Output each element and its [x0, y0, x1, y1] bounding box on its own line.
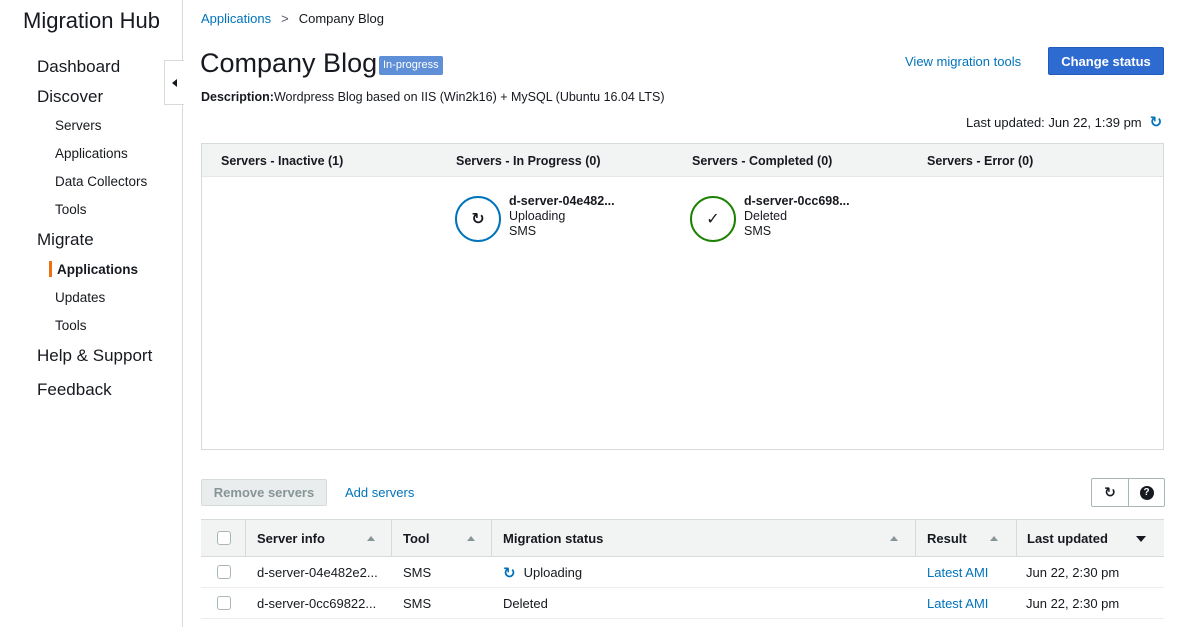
view-migration-tools-link[interactable]: View migration tools — [905, 54, 1021, 69]
row-checkbox[interactable] — [217, 565, 231, 579]
servers-table: Server info Tool Migration status Result… — [201, 519, 1164, 619]
sidebar-item-discover-tools[interactable]: Tools — [55, 202, 87, 217]
cell-tool: SMS — [403, 596, 432, 611]
column-divider — [915, 520, 916, 557]
board-header: Servers - Inactive (1) Servers - In Prog… — [202, 144, 1163, 177]
caret-left-icon — [172, 78, 177, 87]
app-title[interactable]: Migration Hub — [23, 8, 160, 34]
last-updated: Last updated: Jun 22, 1:39 pm ↻ — [966, 115, 1162, 130]
sidebar-collapse-button[interactable] — [164, 60, 184, 105]
chevron-right-icon: > — [281, 11, 289, 26]
latest-ami-link[interactable]: Latest AMI — [927, 565, 988, 580]
page-title: Company Blog — [200, 48, 378, 78]
sidebar-item-help-support[interactable]: Help & Support — [37, 346, 152, 366]
sidebar-item-dashboard[interactable]: Dashboard — [37, 57, 120, 77]
last-updated-text: Last updated: Jun 22, 1:39 pm — [966, 115, 1142, 130]
latest-ami-link[interactable]: Latest AMI — [927, 596, 988, 611]
description-label: Description: — [201, 90, 274, 104]
remove-servers-button[interactable]: Remove servers — [201, 479, 327, 506]
column-divider — [491, 520, 492, 557]
status-badge: In-progress — [379, 56, 443, 75]
breadcrumb-current: Company Blog — [298, 11, 384, 26]
table-tools: ↻ ? — [1091, 478, 1165, 507]
server-card[interactable]: ✓ d-server-0cc698... Deleted SMS — [690, 194, 850, 242]
refresh-icon: ↻ — [1104, 484, 1116, 500]
table-row[interactable]: d-server-0cc69822... SMS Deleted Latest … — [201, 588, 1164, 619]
change-status-button[interactable]: Change status — [1048, 47, 1164, 75]
cell-result: Latest AMI — [927, 557, 988, 588]
cell-last-updated: Jun 22, 2:30 pm — [1026, 596, 1120, 611]
cell-tool: SMS — [403, 565, 432, 580]
column-in-progress: Servers - In Progress (0) — [456, 154, 601, 168]
help-button[interactable]: ? — [1128, 479, 1164, 506]
sidebar-item-migrate-tools[interactable]: Tools — [55, 318, 87, 333]
server-card-status: Deleted — [744, 209, 788, 223]
sidebar-item-migrate-applications[interactable]: Applications — [57, 262, 138, 277]
column-inactive: Servers - Inactive (1) — [221, 154, 344, 168]
sort-up-icon[interactable] — [890, 536, 898, 541]
cell-result: Latest AMI — [927, 588, 988, 619]
column-error: Servers - Error (0) — [927, 154, 1034, 168]
sort-up-icon[interactable] — [467, 536, 475, 541]
refresh-icon: ↻ — [455, 196, 501, 242]
column-divider — [245, 520, 246, 557]
cell-server-info: d-server-04e482e2... — [257, 565, 378, 580]
header-last-updated[interactable]: Last updated — [1027, 520, 1108, 557]
sidebar-item-migrate[interactable]: Migrate — [37, 230, 94, 250]
sort-down-icon[interactable] — [1136, 536, 1146, 542]
refresh-button[interactable]: ↻ — [1092, 479, 1128, 506]
help-icon: ? — [1139, 485, 1154, 500]
refresh-icon: ↻ — [503, 564, 516, 582]
header-server-info[interactable]: Server info — [257, 520, 325, 557]
cell-migration-status: Deleted — [503, 596, 548, 611]
description: Description:Wordpress Blog based on IIS … — [201, 90, 665, 104]
add-servers-link[interactable]: Add servers — [345, 485, 414, 500]
active-indicator — [49, 261, 52, 277]
server-status-board: Servers - Inactive (1) Servers - In Prog… — [201, 143, 1164, 450]
server-card-name[interactable]: d-server-04e482... — [509, 194, 615, 209]
sidebar-item-data-collectors[interactable]: Data Collectors — [55, 174, 147, 189]
column-divider — [1016, 520, 1017, 557]
select-all-checkbox[interactable] — [217, 531, 231, 545]
header-migration-status[interactable]: Migration status — [503, 520, 603, 557]
sidebar-item-updates[interactable]: Updates — [55, 290, 105, 305]
cell-server-info: d-server-0cc69822... — [257, 596, 377, 611]
column-divider — [391, 520, 392, 557]
breadcrumb: Applications > Company Blog — [201, 11, 384, 26]
sidebar: Migration Hub Dashboard Discover Servers… — [0, 0, 183, 627]
cell-last-updated: Jun 22, 2:30 pm — [1026, 565, 1120, 580]
server-card-text: d-server-04e482... Uploading SMS — [509, 194, 615, 239]
server-card-tool: SMS — [509, 224, 537, 238]
server-card-status: Uploading — [509, 209, 566, 223]
server-card[interactable]: ↻ d-server-04e482... Uploading SMS — [455, 194, 615, 242]
refresh-icon[interactable]: ↻ — [1150, 115, 1163, 130]
sidebar-item-feedback[interactable]: Feedback — [37, 380, 112, 400]
server-card-tool: SMS — [744, 224, 772, 238]
cell-migration-status-text: Uploading — [523, 565, 583, 580]
description-text: Wordpress Blog based on IIS (Win2k16) + … — [273, 90, 665, 104]
sidebar-item-discover-applications[interactable]: Applications — [55, 146, 128, 161]
sort-up-icon[interactable] — [990, 536, 998, 541]
server-card-name[interactable]: d-server-0cc698... — [744, 194, 850, 209]
table-header: Server info Tool Migration status Result… — [201, 519, 1164, 557]
table-row[interactable]: d-server-04e482e2... SMS ↻ Uploading Lat… — [201, 557, 1164, 588]
breadcrumb-applications-link[interactable]: Applications — [201, 11, 271, 26]
header-result[interactable]: Result — [927, 520, 967, 557]
sidebar-item-servers[interactable]: Servers — [55, 118, 102, 133]
check-icon: ✓ — [690, 196, 736, 242]
sidebar-item-discover[interactable]: Discover — [37, 87, 103, 107]
sort-up-icon[interactable] — [367, 536, 375, 541]
row-checkbox[interactable] — [217, 596, 231, 610]
header-tool[interactable]: Tool — [403, 520, 429, 557]
column-completed: Servers - Completed (0) — [692, 154, 833, 168]
cell-migration-status: ↻ Uploading — [503, 557, 582, 588]
server-card-text: d-server-0cc698... Deleted SMS — [744, 194, 850, 239]
